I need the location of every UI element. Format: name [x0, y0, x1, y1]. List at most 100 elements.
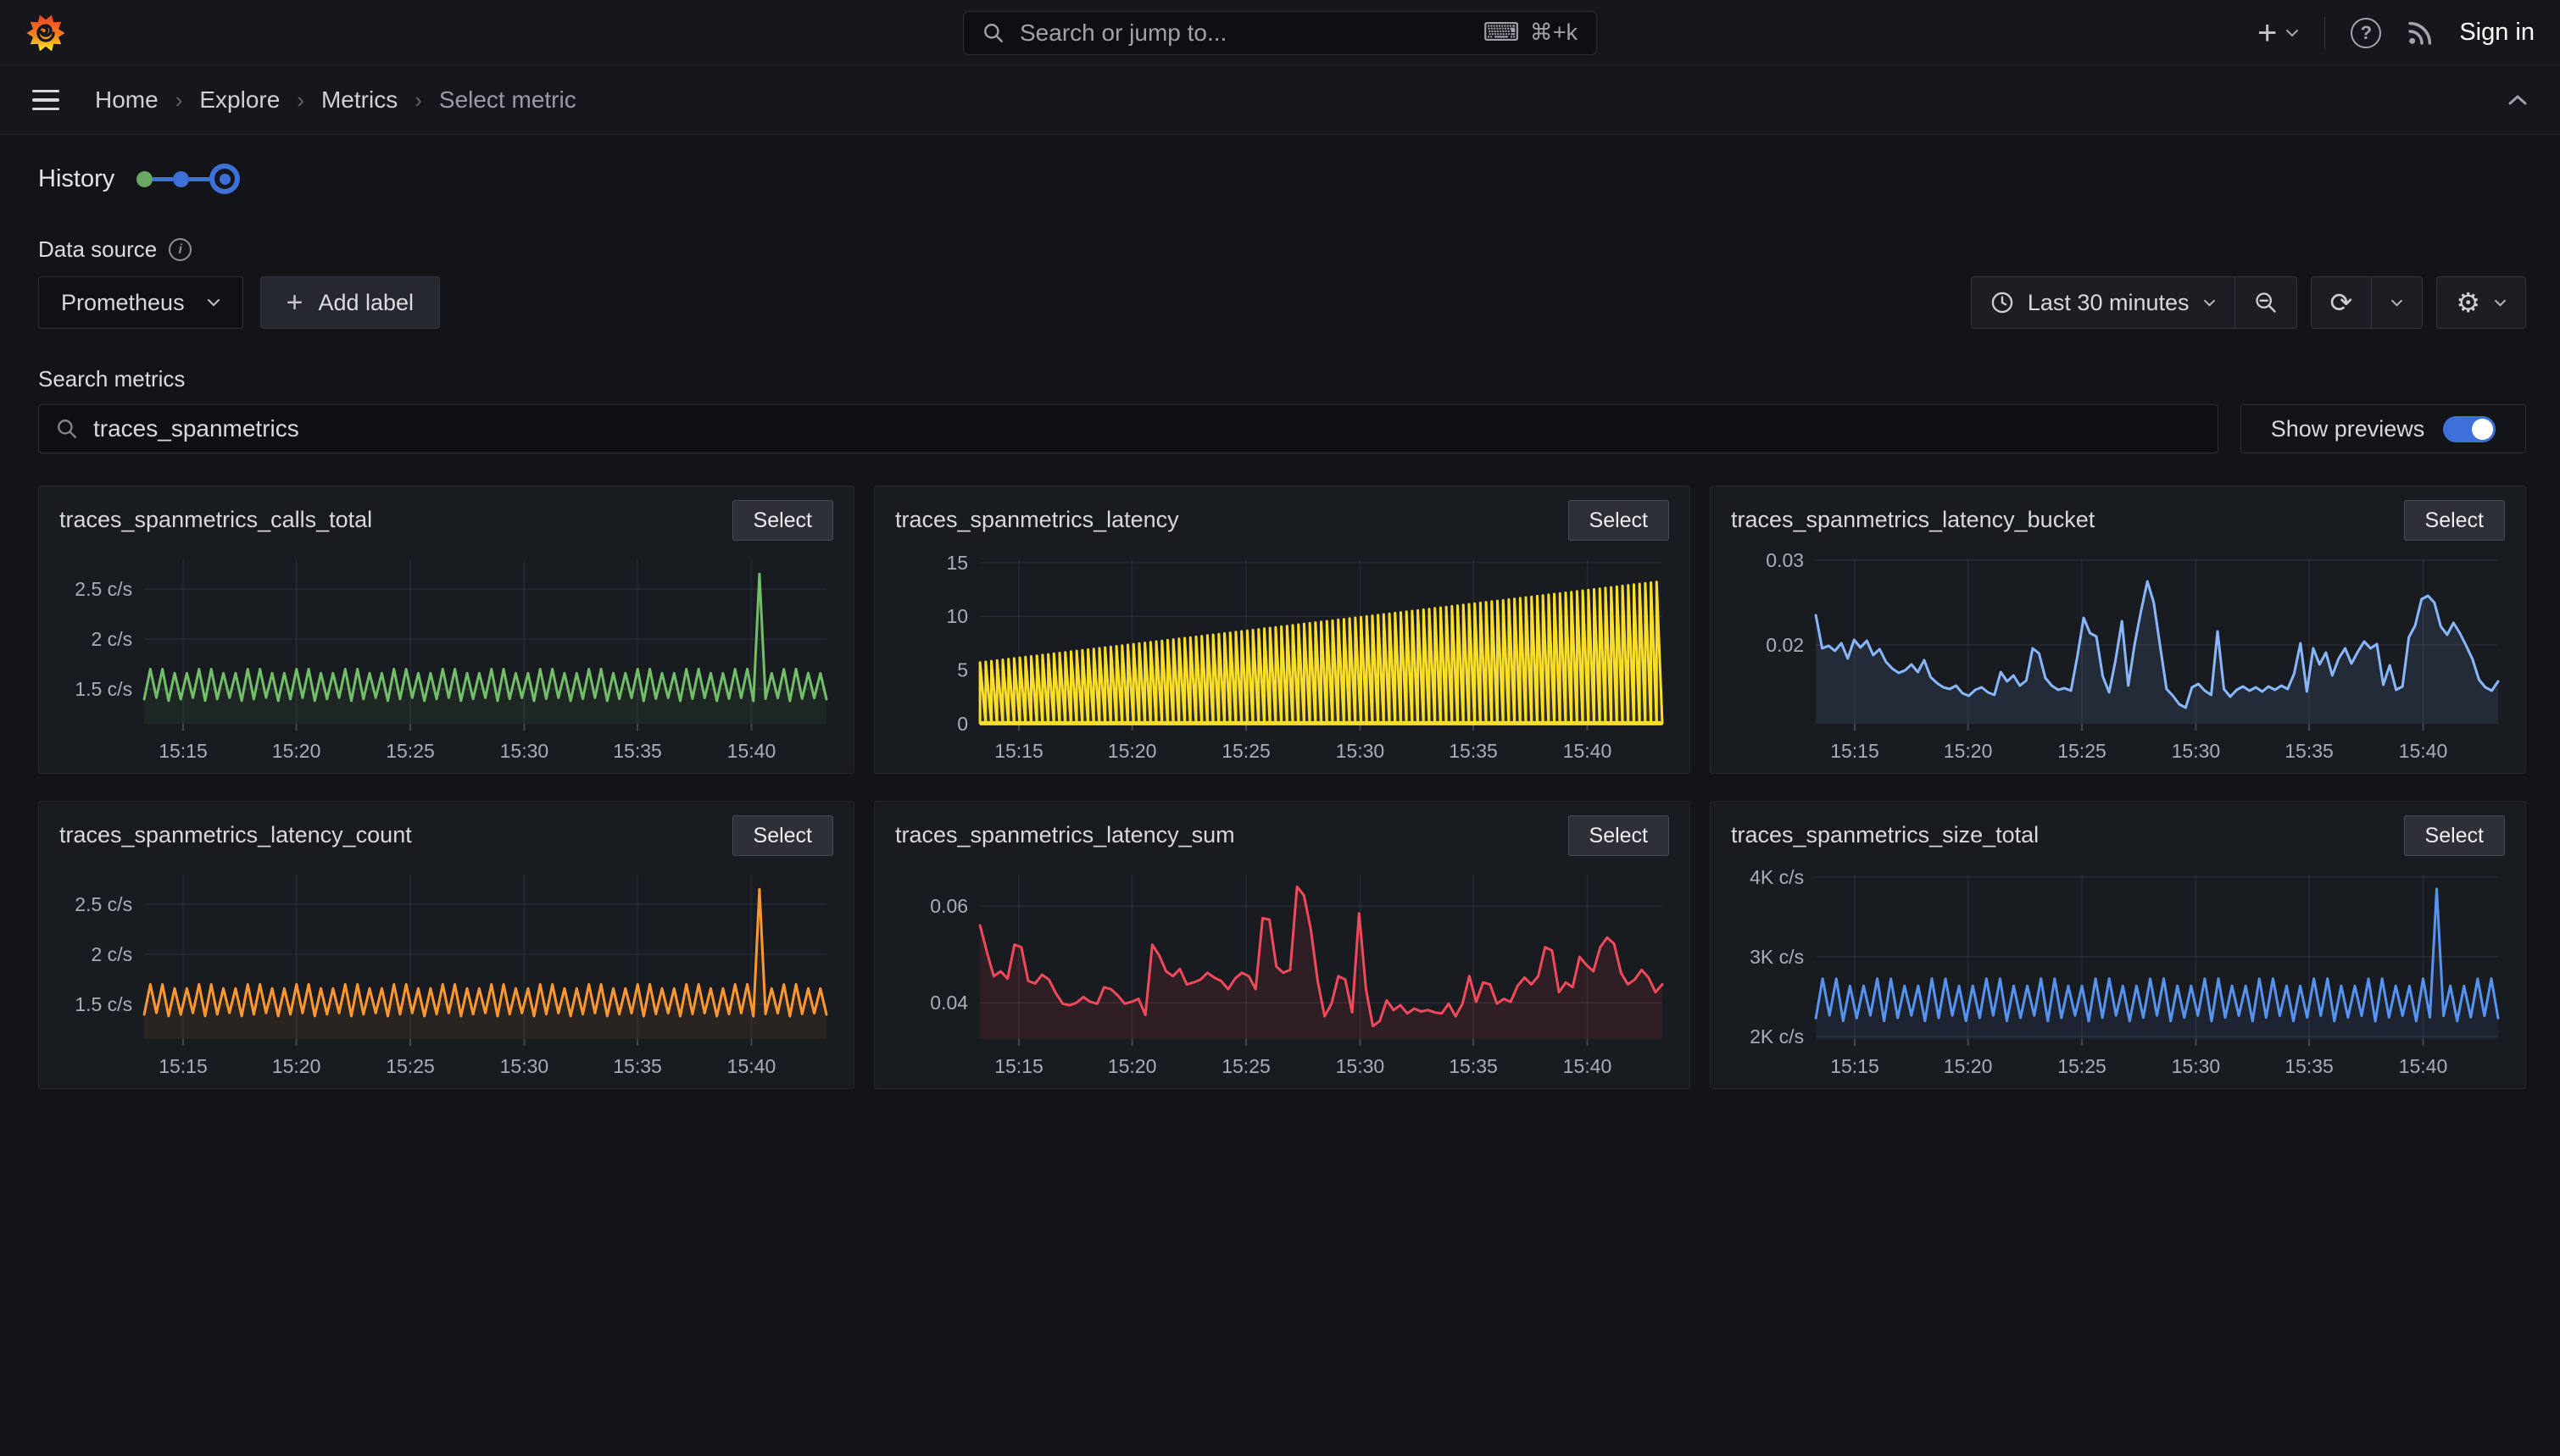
- search-icon: [982, 22, 1005, 44]
- info-icon[interactable]: i: [169, 238, 192, 261]
- grafana-logo[interactable]: [25, 13, 66, 53]
- keyboard-icon: ⌨: [1483, 18, 1519, 47]
- time-range-label: Last 30 minutes: [2028, 290, 2190, 316]
- settings-group: ⚙: [2436, 276, 2526, 329]
- breadcrumb-item-metrics[interactable]: Metrics: [321, 86, 398, 114]
- search-metrics-label: Search metrics: [38, 366, 2526, 392]
- svg-text:15:15: 15:15: [994, 740, 1043, 762]
- history-current-step-icon[interactable]: [209, 164, 240, 194]
- history-step-icon[interactable]: [173, 171, 189, 187]
- select-button[interactable]: Select: [1568, 815, 1669, 856]
- chevron-down-icon: [2390, 299, 2403, 307]
- svg-text:15:40: 15:40: [727, 740, 776, 762]
- chevron-down-icon: [2203, 299, 2216, 307]
- time-picker-group: Last 30 minutes: [1971, 276, 2297, 329]
- show-previews-toggle[interactable]: [2443, 416, 2496, 442]
- add-label-button[interactable]: + Add label: [260, 276, 440, 329]
- select-button[interactable]: Select: [1568, 500, 1669, 541]
- breadcrumb-item-home[interactable]: Home: [95, 86, 159, 114]
- svg-text:15:35: 15:35: [613, 1055, 662, 1077]
- metric-title: traces_spanmetrics_latency_count: [59, 815, 412, 848]
- metric-card-header: traces_spanmetrics_latency_bucketSelect: [1731, 500, 2505, 541]
- select-button[interactable]: Select: [732, 815, 833, 856]
- svg-text:15:20: 15:20: [1108, 740, 1157, 762]
- collapse-controls-button[interactable]: [2507, 94, 2528, 106]
- breadcrumb: Home›Explore›Metrics›Select metric: [95, 86, 576, 114]
- svg-text:15:15: 15:15: [1830, 1055, 1879, 1077]
- metric-preview-chart: 1.5 c/s2 c/s2.5 c/s15:1515:2015:2515:301…: [59, 864, 833, 1081]
- svg-text:15:15: 15:15: [159, 1055, 208, 1077]
- metric-preview-chart: 05101515:1515:2015:2515:3015:3515:40: [895, 549, 1669, 766]
- svg-text:15:15: 15:15: [159, 740, 208, 762]
- new-menu-button[interactable]: +: [2257, 16, 2299, 50]
- svg-text:0.06: 0.06: [930, 895, 968, 917]
- svg-text:5: 5: [957, 659, 968, 681]
- refresh-button[interactable]: ⟳: [2312, 277, 2372, 328]
- svg-text:15:40: 15:40: [1563, 1055, 1612, 1077]
- menu-toggle-icon[interactable]: [32, 90, 59, 111]
- svg-text:0.03: 0.03: [1766, 549, 1804, 571]
- history-row: History: [38, 164, 2526, 194]
- select-button[interactable]: Select: [732, 500, 833, 541]
- news-rss-icon[interactable]: [2407, 19, 2434, 47]
- chevron-down-icon: [207, 298, 220, 307]
- zoom-out-button[interactable]: [2234, 277, 2296, 328]
- svg-text:2 c/s: 2 c/s: [91, 628, 132, 650]
- svg-text:2.5 c/s: 2.5 c/s: [75, 893, 132, 915]
- svg-text:15:30: 15:30: [500, 740, 549, 762]
- metrics-search-field: [38, 404, 2218, 453]
- metric-card: traces_spanmetrics_size_total Select 2K c/…: [1710, 801, 2526, 1089]
- svg-text:2K c/s: 2K c/s: [1750, 1025, 1804, 1048]
- svg-text:10: 10: [946, 605, 968, 627]
- svg-text:15:20: 15:20: [272, 1055, 321, 1077]
- history-timeline[interactable]: [136, 164, 240, 194]
- navbar-divider: [2324, 17, 2325, 49]
- metric-title: traces_spanmetrics_size_total: [1731, 815, 2039, 848]
- svg-text:0.04: 0.04: [930, 992, 968, 1014]
- explore-metrics-content: History Data source i Prometheus + Add: [0, 135, 2560, 1089]
- svg-text:15:25: 15:25: [1222, 740, 1271, 762]
- refresh-interval-picker[interactable]: [2371, 277, 2422, 328]
- plus-icon: +: [2257, 16, 2277, 50]
- select-button[interactable]: Select: [2404, 500, 2505, 541]
- svg-text:15:25: 15:25: [386, 740, 435, 762]
- global-search-input[interactable]: Search or jump to... ⌨ ⌘+k: [963, 11, 1597, 55]
- clock-icon: [1990, 291, 2014, 314]
- breadcrumb-separator: ›: [297, 87, 304, 114]
- svg-text:1.5 c/s: 1.5 c/s: [75, 993, 132, 1015]
- time-range-picker[interactable]: Last 30 minutes: [1972, 277, 2234, 328]
- history-step-icon[interactable]: [136, 171, 153, 187]
- breadcrumb-bar: Home›Explore›Metrics›Select metric: [0, 66, 2560, 135]
- shortcut-label: ⌘+k: [1530, 19, 1578, 46]
- metric-card-header: traces_spanmetrics_latency_sum Select: [895, 815, 1669, 856]
- gear-icon: ⚙: [2456, 289, 2480, 316]
- sign-in-button[interactable]: Sign in: [2459, 19, 2535, 47]
- svg-text:15:35: 15:35: [1449, 740, 1498, 762]
- svg-text:15:35: 15:35: [2285, 1055, 2334, 1077]
- svg-text:15:25: 15:25: [2057, 740, 2106, 762]
- metric-title: traces_spanmetrics_latency: [895, 500, 1179, 533]
- metric-title: traces_spanmetrics_latency_sum: [895, 815, 1235, 848]
- help-icon[interactable]: ?: [2351, 18, 2381, 48]
- datasource-picker[interactable]: Prometheus: [38, 276, 243, 329]
- breadcrumb-item-explore[interactable]: Explore: [199, 86, 280, 114]
- select-button[interactable]: Select: [2404, 815, 2505, 856]
- svg-text:15:40: 15:40: [1563, 740, 1612, 762]
- chevron-up-icon: [2507, 94, 2528, 106]
- svg-text:15:30: 15:30: [500, 1055, 549, 1077]
- time-controls: Last 30 minutes ⟳: [1971, 276, 2526, 329]
- svg-text:15:40: 15:40: [2399, 740, 2448, 762]
- grafana-flame-icon: [25, 13, 66, 53]
- breadcrumb-separator: ›: [415, 87, 422, 114]
- breadcrumb-separator: ›: [175, 87, 183, 114]
- svg-text:2 c/s: 2 c/s: [91, 943, 132, 965]
- svg-text:15:20: 15:20: [1108, 1055, 1157, 1077]
- navbar-right-actions: + ? Sign in: [2257, 16, 2535, 50]
- svg-text:15:15: 15:15: [1830, 740, 1879, 762]
- svg-text:15:40: 15:40: [2399, 1055, 2448, 1077]
- metrics-search-input[interactable]: [92, 414, 2201, 443]
- metric-preview-chart: 2K c/s3K c/s4K c/s15:1515:2015:2515:3015…: [1731, 864, 2505, 1081]
- settings-button[interactable]: ⚙: [2437, 277, 2525, 328]
- chevron-down-icon: [2494, 299, 2507, 307]
- svg-text:15:30: 15:30: [1336, 740, 1385, 762]
